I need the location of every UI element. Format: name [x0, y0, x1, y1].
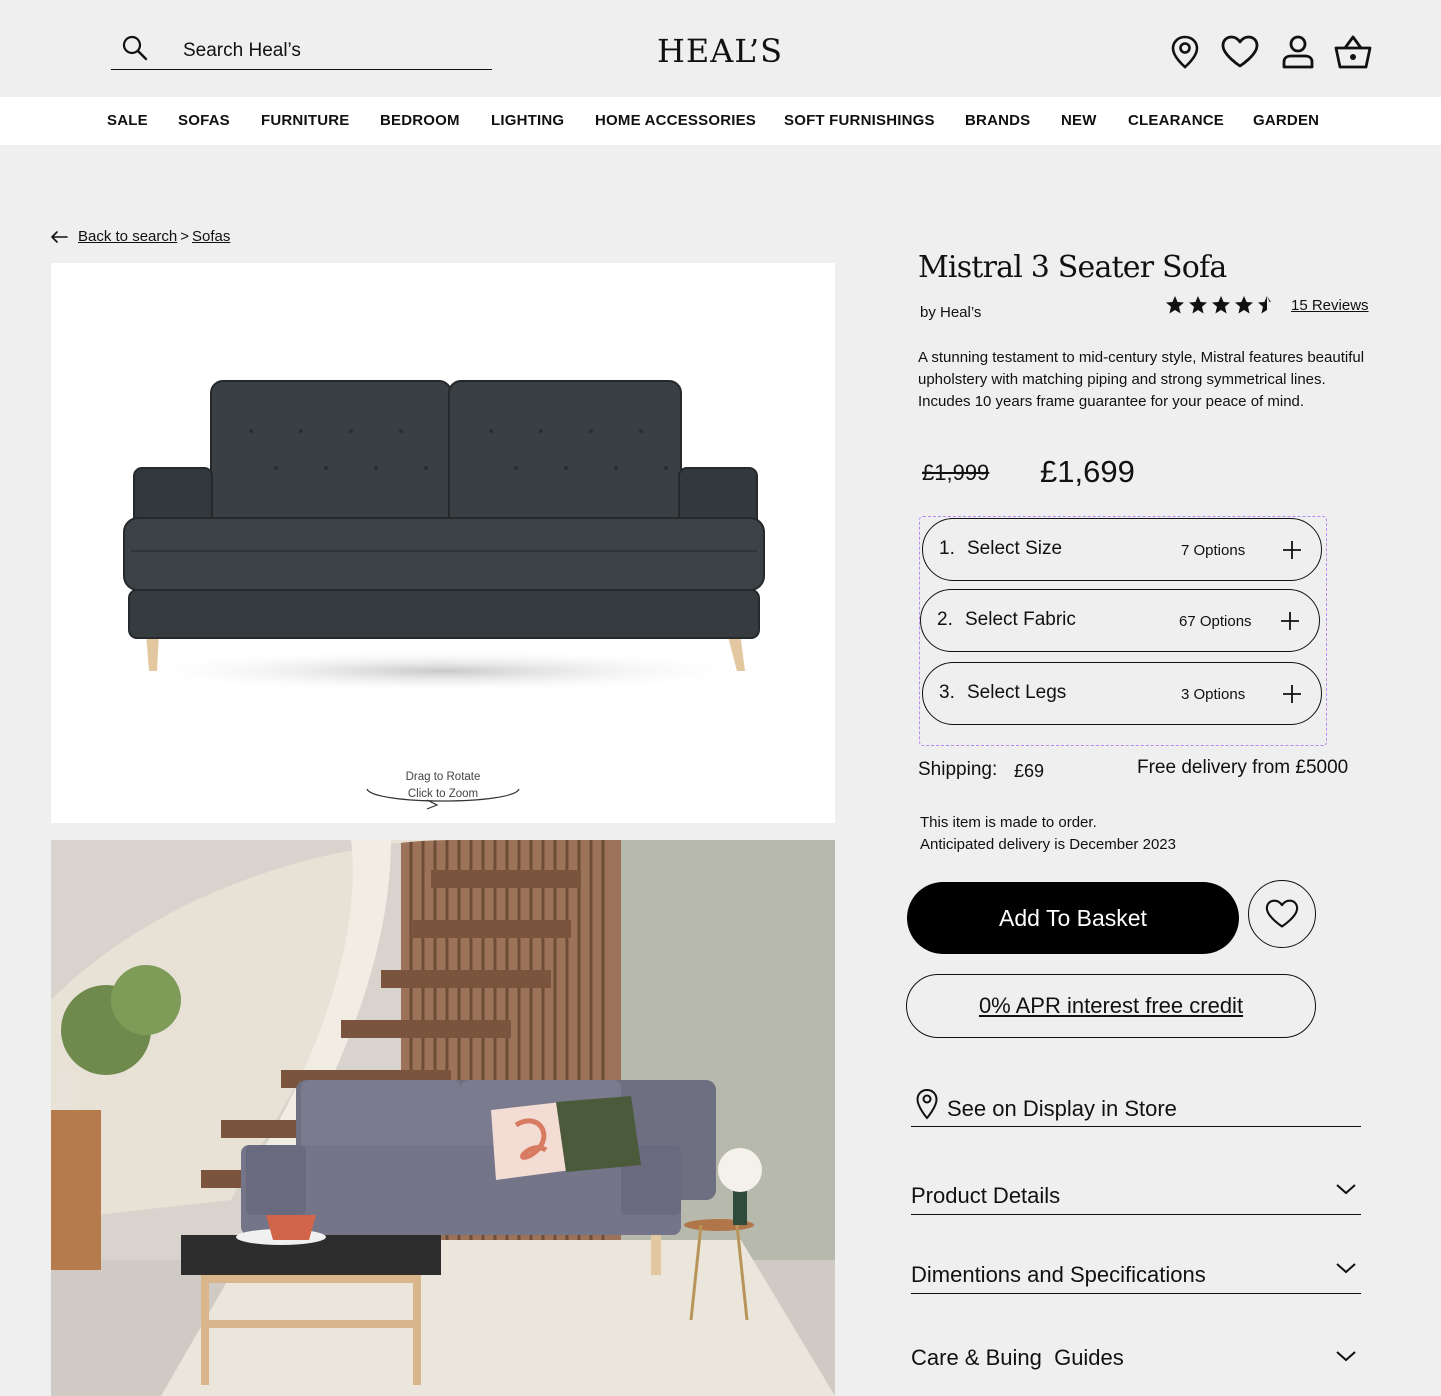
basket-icon[interactable] [1333, 32, 1373, 72]
reviews-link[interactable]: 15 Reviews [1291, 297, 1369, 314]
chevron-down-icon [1336, 1263, 1356, 1274]
accordion-product-details[interactable]: Product Details [911, 1175, 1361, 1215]
delivery-date-line: Anticipated delivery is December 2023 [920, 836, 1176, 853]
breadcrumb-sofas-link[interactable]: Sofas [192, 228, 230, 245]
chevron-down-icon [1336, 1184, 1356, 1195]
star-icon [1235, 296, 1253, 314]
main-nav: SALE SOFAS FURNITURE BEDROOM LIGHTING HO… [0, 97, 1441, 145]
product-image-main[interactable]: Drag to Rotate Click to Zoom [51, 263, 835, 823]
breadcrumb-separator: > [180, 228, 189, 245]
nav-item-new[interactable]: NEW [1061, 112, 1097, 129]
search-icon[interactable] [121, 34, 149, 62]
back-to-search-link[interactable]: Back to search [78, 228, 177, 245]
option-label: Select Fabric [965, 609, 1076, 630]
price-original: £1,999 [922, 460, 990, 485]
rotate-arrow-icon [366, 788, 520, 810]
rating-stars[interactable] [1165, 295, 1277, 315]
option-count: 3 Options [1181, 686, 1246, 703]
accordion-title: Dimentions and Specifications [911, 1262, 1206, 1287]
made-to-order-line: This item is made to order. [920, 814, 1097, 831]
interest-free-credit-button[interactable]: 0% APR interest free credit [906, 974, 1316, 1038]
plus-icon[interactable] [1281, 683, 1303, 705]
shipping-value: £69 [1014, 761, 1045, 781]
accordion-title: Product Details [911, 1183, 1061, 1208]
see-in-store-link[interactable]: See on Display in Store [911, 1085, 1361, 1127]
price-current: £1,699 [1040, 454, 1135, 489]
made-to-order-note: This item is made to order. Anticipated … [920, 812, 1176, 856]
site-header: Search Heal’s HEAL’S [0, 0, 1441, 97]
nav-item-brands[interactable]: BRANDS [965, 112, 1030, 129]
site-logo[interactable]: HEAL’S [620, 32, 820, 70]
wishlist-button[interactable] [1248, 880, 1316, 948]
product-image-room[interactable] [51, 840, 835, 1396]
accordion-title: Care & Buing Guides [911, 1345, 1124, 1370]
star-icon [1212, 296, 1230, 314]
add-to-basket-button[interactable]: Add To Basket [907, 882, 1239, 954]
option-number: 3. [939, 682, 955, 703]
nav-item-soft-furnishings[interactable]: SOFT FURNISHINGS [784, 112, 935, 129]
select-size-option[interactable]: 1. Select Size 7 Options [922, 518, 1322, 581]
nav-item-home-accessories[interactable]: HOME ACCESSORIES [595, 112, 756, 129]
nav-item-sofas[interactable]: SOFAS [178, 112, 230, 129]
select-legs-option[interactable]: 3. Select Legs 3 Options [922, 662, 1322, 725]
star-icon [1166, 296, 1184, 314]
option-label: Select Legs [967, 682, 1067, 703]
see-in-store-label: See on Display in Store [947, 1096, 1177, 1121]
nav-item-clearance[interactable]: CLEARANCE [1128, 112, 1224, 129]
option-count: 7 Options [1181, 542, 1246, 559]
option-label: Select Size [967, 538, 1063, 559]
search-input[interactable]: Search Heal’s [183, 40, 301, 62]
location-icon[interactable] [1165, 32, 1205, 72]
plus-icon[interactable] [1281, 539, 1303, 561]
search-bar[interactable]: Search Heal’s [111, 30, 492, 70]
free-delivery-note: Free delivery from £5000 [1137, 757, 1349, 778]
shipping-label: Shipping: [918, 759, 998, 780]
sofa-illustration [123, 380, 765, 693]
accordion-care-guides[interactable]: Care & Buing Guides [911, 1337, 1361, 1377]
room-scene-image [51, 840, 835, 1396]
heart-icon[interactable] [1220, 32, 1260, 72]
options-group: 1. Select Size 7 Options 2. Select Fabri… [919, 516, 1327, 746]
heart-icon [1265, 899, 1299, 928]
product-brand: by Heal’s [920, 304, 982, 321]
accordion-dimensions[interactable]: Dimentions and Specifications [911, 1254, 1361, 1294]
arrow-left-icon[interactable] [50, 230, 68, 244]
nav-item-garden[interactable]: GARDEN [1253, 112, 1319, 129]
nav-item-sale[interactable]: SALE [107, 112, 148, 129]
product-title: Mistral 3 Seater Sofa [918, 250, 1227, 285]
chevron-down-icon [1336, 1351, 1356, 1362]
nav-item-lighting[interactable]: LIGHTING [491, 112, 564, 129]
product-description: A stunning testament to mid-century styl… [918, 349, 1365, 410]
option-number: 2. [937, 609, 953, 630]
option-count: 67 Options [1179, 613, 1252, 630]
breadcrumb: Back to search > Sofas [50, 228, 230, 245]
nav-item-furniture[interactable]: FURNITURE [261, 112, 349, 129]
option-number: 1. [939, 538, 955, 559]
plus-icon[interactable] [1279, 610, 1301, 632]
select-fabric-option[interactable]: 2. Select Fabric 67 Options [920, 589, 1320, 652]
star-icon [1189, 296, 1207, 314]
nav-item-bedroom[interactable]: BEDROOM [380, 112, 460, 129]
account-icon[interactable] [1278, 32, 1318, 72]
star-half-icon [1258, 296, 1271, 314]
location-pin-icon [916, 1088, 938, 1120]
